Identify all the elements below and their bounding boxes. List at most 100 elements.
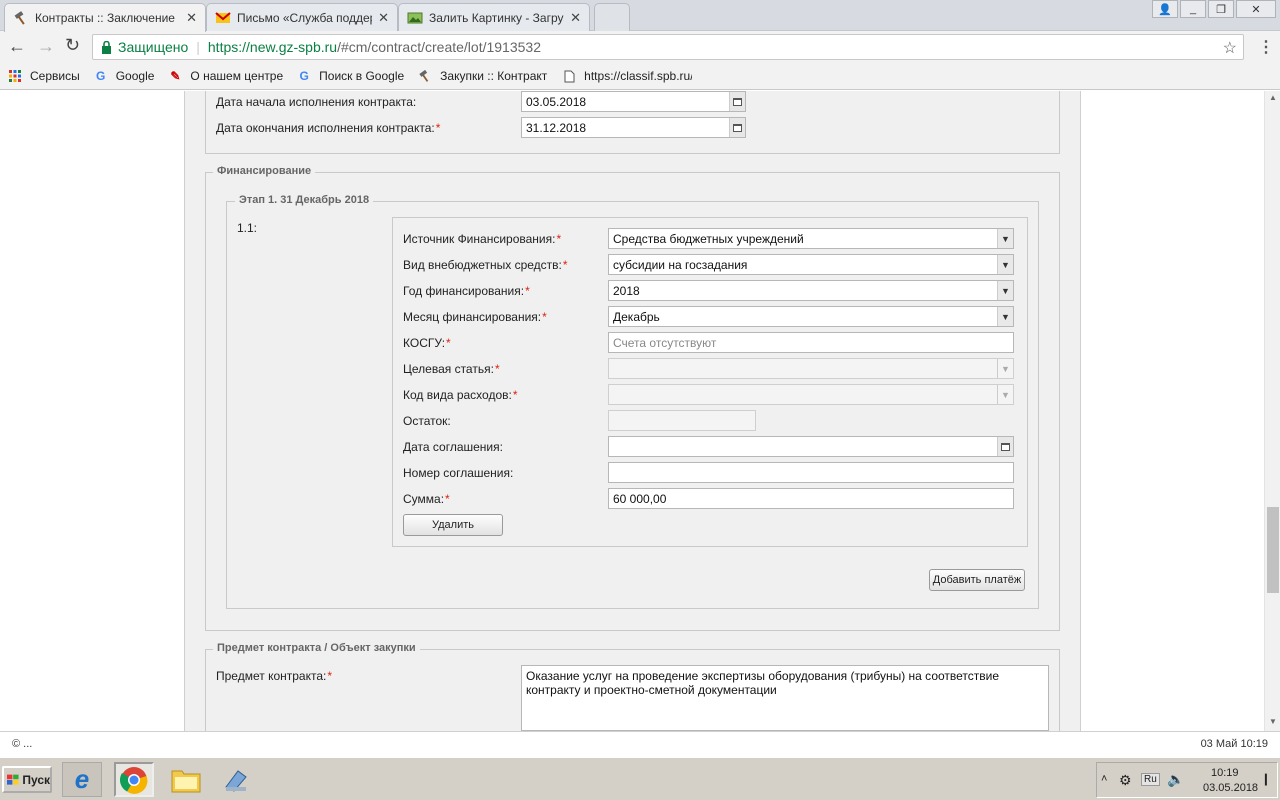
bookmark-contracts[interactable]: Закупки :: Контракты bbox=[418, 69, 548, 83]
tab-label: Письмо «Служба поддерж bbox=[237, 10, 373, 25]
scroll-down-icon[interactable]: ▼ bbox=[1269, 717, 1277, 726]
subject-textarea[interactable]: Оказание услуг на проведение экспертизы … bbox=[521, 665, 1049, 731]
source-select[interactable]: Средства бюджетных учреждений ▼ bbox=[608, 228, 1014, 249]
back-icon[interactable]: ← bbox=[8, 36, 26, 57]
menu-icon[interactable]: ⋮ bbox=[1258, 37, 1274, 57]
chevron-down-icon: ▼ bbox=[997, 385, 1013, 404]
bookmark-label: https://classif.spb.ru/c bbox=[584, 69, 693, 83]
agreement-number-input[interactable] bbox=[608, 462, 1014, 483]
new-tab-button[interactable] bbox=[594, 3, 630, 31]
google-icon: G bbox=[299, 69, 309, 83]
financing-legend: Финансирование bbox=[213, 165, 316, 177]
tab-label: Залить Картинку - Загрузи bbox=[429, 10, 565, 25]
scrollbar-thumb[interactable] bbox=[1267, 507, 1279, 593]
month-select[interactable]: Декабрь ▼ bbox=[608, 306, 1014, 327]
bookmark-services[interactable]: Сервисы bbox=[8, 69, 80, 83]
kosgu-input[interactable]: Счета отсутствуют bbox=[608, 332, 1014, 353]
end-date-input[interactable]: 31.12.2018 bbox=[521, 117, 746, 138]
year-value: 2018 bbox=[613, 284, 640, 298]
minimize-button[interactable]: _ bbox=[1180, 0, 1206, 18]
tray-expand-icon[interactable]: ˄ bbox=[1101, 773, 1107, 785]
kosgu-placeholder: Счета отсутствуют bbox=[613, 336, 717, 350]
bookmark-label: Сервисы bbox=[30, 69, 80, 83]
close-icon[interactable]: ✕ bbox=[186, 10, 197, 26]
year-select[interactable]: 2018 ▼ bbox=[608, 280, 1014, 301]
balance-input bbox=[608, 410, 756, 431]
delete-button[interactable]: Удалить bbox=[403, 514, 503, 536]
bookmark-label: О нашем центре bbox=[190, 69, 284, 83]
chevron-down-icon: ▼ bbox=[997, 281, 1013, 300]
kosgu-label: КОСГУ:* bbox=[403, 336, 451, 350]
url-host: https://new.gz-spb.ru bbox=[207, 39, 338, 55]
apps-grid-icon bbox=[8, 69, 22, 83]
chrome-icon[interactable] bbox=[114, 762, 154, 797]
month-value: Декабрь bbox=[613, 310, 660, 324]
month-label: Месяц финансирования:* bbox=[403, 310, 547, 324]
tab-contracts[interactable]: Контракты :: Заключение ✕ bbox=[4, 3, 206, 32]
tray-gear-icon[interactable]: ⚙ bbox=[1119, 772, 1132, 789]
chevron-down-icon: ▼ bbox=[997, 307, 1013, 326]
target-select[interactable]: ▼ bbox=[608, 358, 1014, 379]
browser-toolbar: ← → ↻ Защищено | https://new.gz-spb.ru /… bbox=[0, 31, 1280, 63]
add-payment-button[interactable]: Добавить платёж bbox=[929, 569, 1025, 591]
agreement-date-label: Дата соглашения: bbox=[403, 440, 503, 454]
expense-code-label: Код вида расходов:* bbox=[403, 388, 518, 402]
bookmark-label: Закупки :: Контракты bbox=[440, 69, 549, 83]
url-path: /#cm/contract/create/lot/1913532 bbox=[337, 39, 541, 55]
bookmark-google-search[interactable]: G Поиск в Google bbox=[297, 69, 405, 83]
page-icon bbox=[562, 69, 576, 83]
system-tray: ˄ ⚙ Ru 🔈 10:19 03.05.2018 ▎ bbox=[1096, 762, 1278, 798]
scanner-icon[interactable] bbox=[216, 762, 256, 797]
clock-date: 03.05.2018 bbox=[1203, 782, 1259, 794]
forward-icon[interactable]: → bbox=[37, 36, 55, 57]
language-indicator[interactable]: Ru bbox=[1141, 773, 1160, 786]
restore-button[interactable]: ❐ bbox=[1208, 0, 1234, 18]
extrabudget-select[interactable]: субсидии на госзадания ▼ bbox=[608, 254, 1014, 275]
reload-icon[interactable]: ↻ bbox=[65, 35, 80, 56]
bookmark-classif[interactable]: https://classif.spb.ru/c bbox=[562, 69, 692, 83]
calendar-icon[interactable] bbox=[729, 118, 745, 137]
start-button[interactable]: Пуск bbox=[2, 766, 52, 793]
tab-image-upload[interactable]: Залить Картинку - Загрузи ✕ bbox=[398, 3, 590, 31]
stage-legend: Этап 1. 31 Декабрь 2018 bbox=[235, 194, 374, 206]
ie-icon[interactable]: e bbox=[62, 762, 102, 797]
sum-value: 60 000,00 bbox=[613, 492, 667, 506]
subject-legend: Предмет контракта / Объект закупки bbox=[213, 642, 420, 654]
sum-input[interactable]: 60 000,00 bbox=[608, 488, 1014, 509]
page-scrollbar[interactable]: ▲ ▼ bbox=[1264, 91, 1280, 731]
sign-icon: ✎ bbox=[170, 69, 181, 83]
end-date-label: Дата окончания исполнения контракта:* bbox=[216, 121, 441, 135]
close-icon[interactable]: ✕ bbox=[570, 10, 581, 26]
folder-icon[interactable] bbox=[166, 762, 206, 797]
calendar-icon[interactable] bbox=[729, 92, 745, 111]
google-icon: G bbox=[96, 69, 106, 83]
image-icon bbox=[407, 12, 423, 23]
bookmark-label: Google bbox=[115, 69, 155, 83]
secure-label: Защищено bbox=[118, 39, 189, 55]
address-bar[interactable]: Защищено | https://new.gz-spb.ru /#cm/co… bbox=[92, 34, 1244, 60]
status-bar: © ... 03 Май 10:19 bbox=[0, 731, 1280, 757]
scroll-up-icon[interactable]: ▲ bbox=[1269, 93, 1277, 102]
close-window-button[interactable]: ✕ bbox=[1236, 0, 1276, 18]
bookmark-about-center[interactable]: ✎ О нашем центре bbox=[168, 69, 283, 83]
agreement-number-label: Номер соглашения: bbox=[403, 466, 514, 480]
volume-icon[interactable]: 🔈 bbox=[1167, 771, 1184, 788]
agreement-date-input[interactable] bbox=[608, 436, 1014, 457]
bookmark-google[interactable]: G Google bbox=[94, 69, 155, 83]
extrabudget-value: субсидии на госзадания bbox=[613, 258, 748, 272]
star-icon[interactable]: ☆ bbox=[1223, 38, 1237, 58]
calendar-icon[interactable] bbox=[997, 437, 1013, 456]
item-index: 1.1: bbox=[237, 221, 258, 235]
contract-form: Дата начала исполнения контракта: 03.05.… bbox=[184, 91, 1081, 731]
tab-label: Контракты :: Заключение bbox=[35, 11, 175, 25]
source-label: Источник Финансирования:* bbox=[403, 232, 562, 246]
expense-code-select[interactable]: ▼ bbox=[608, 384, 1014, 405]
start-date-input[interactable]: 03.05.2018 bbox=[521, 91, 746, 112]
tab-mail[interactable]: Письмо «Служба поддерж ✕ bbox=[206, 3, 398, 31]
year-label: Год финансирования:* bbox=[403, 284, 530, 298]
hammer-icon bbox=[14, 11, 25, 25]
close-icon[interactable]: ✕ bbox=[378, 10, 389, 26]
chevron-down-icon: ▼ bbox=[997, 229, 1013, 248]
hammer-icon bbox=[418, 69, 432, 83]
profile-icon[interactable]: 👤 bbox=[1152, 0, 1178, 18]
